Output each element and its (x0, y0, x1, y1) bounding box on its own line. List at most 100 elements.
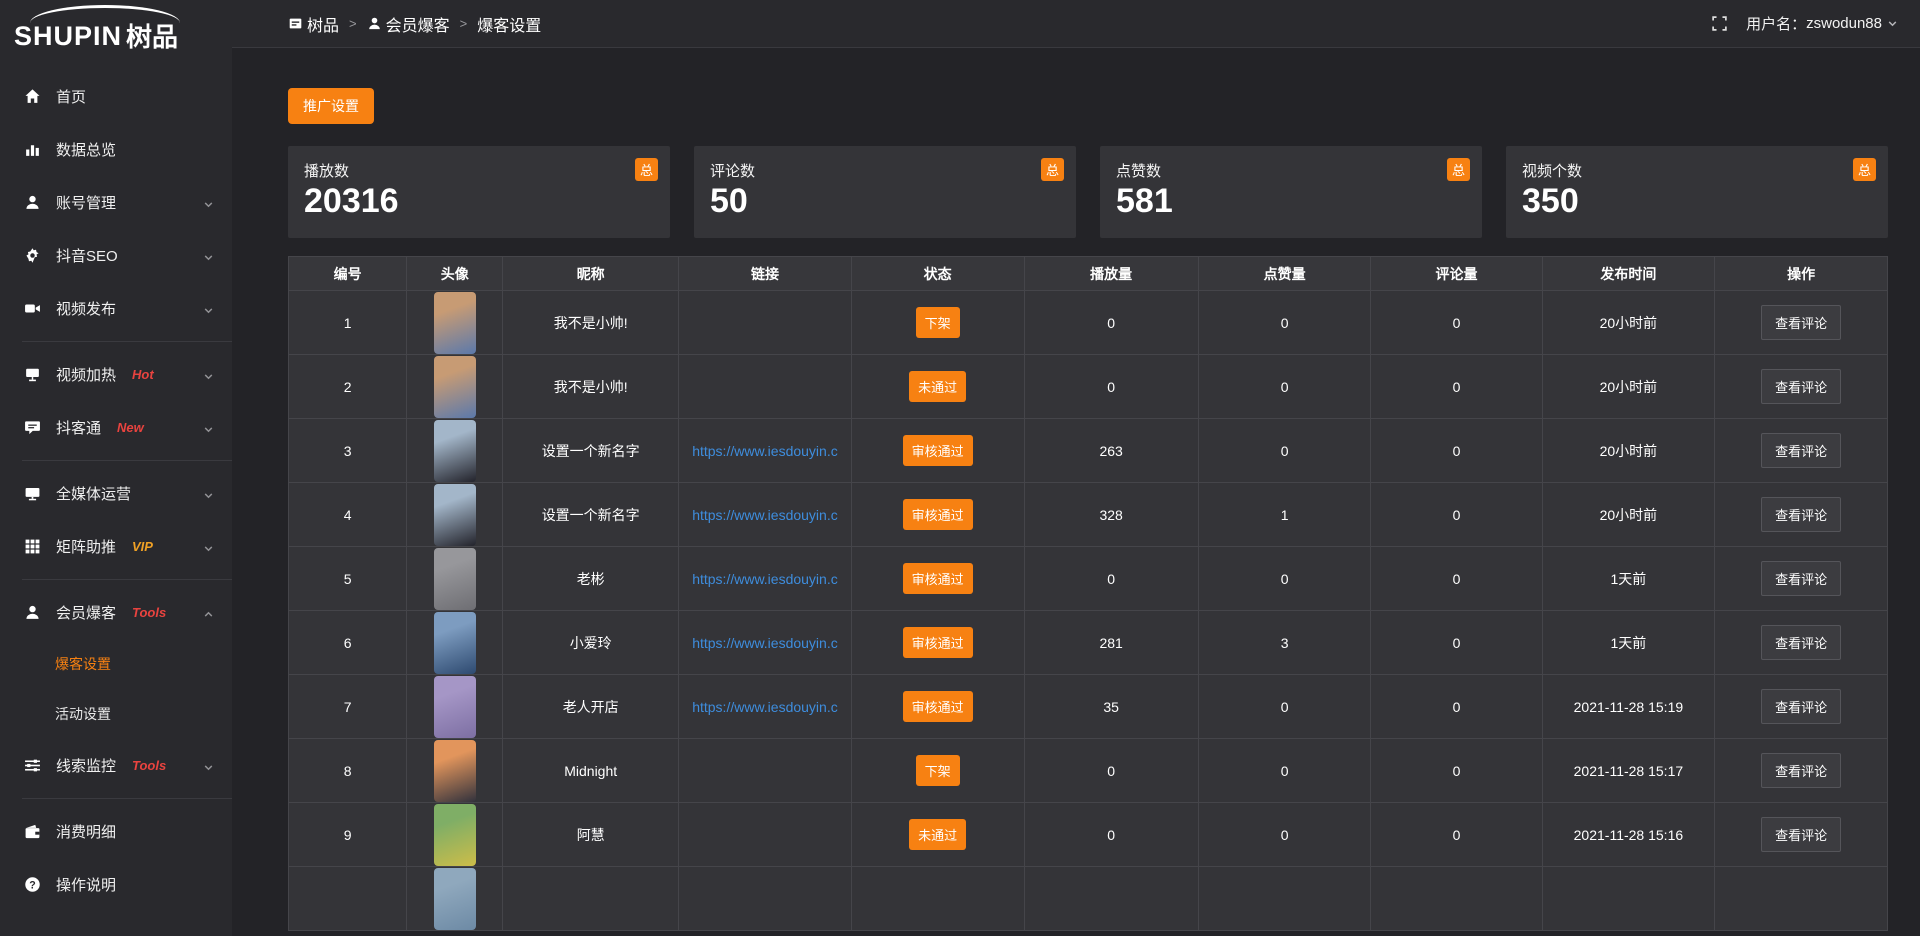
cell-comments: 0 (1371, 803, 1542, 867)
chevron-down-icon (203, 422, 214, 433)
cell-comments: 0 (1371, 739, 1542, 803)
cell-id: 4 (289, 483, 407, 547)
view-comments-button[interactable]: 查看评论 (1761, 369, 1841, 404)
sidebar-item-操作说明[interactable]: ?操作说明 (0, 858, 232, 911)
avatar[interactable] (434, 676, 476, 738)
status-badge[interactable]: 审核通过 (903, 499, 973, 530)
cell-action: 查看评论 (1715, 739, 1888, 803)
avatar[interactable] (434, 356, 476, 418)
view-comments-button[interactable]: 查看评论 (1761, 817, 1841, 852)
table-body: 1我不是小帅!下架00020小时前查看评论2我不是小帅!未通过00020小时前查… (289, 291, 1888, 931)
fullscreen-icon[interactable] (1711, 15, 1728, 32)
cell-link[interactable]: https://www.iesdouyin.c (679, 611, 852, 675)
cell-avatar (407, 419, 503, 483)
status-badge[interactable]: 下架 (916, 755, 960, 786)
user-icon (24, 604, 41, 621)
stat-card-点赞数: 点赞数581总 (1100, 146, 1482, 238)
chevron-down-icon (203, 760, 214, 771)
avatar[interactable] (434, 868, 476, 930)
sidebar-item-视频发布[interactable]: 视频发布 (0, 282, 232, 335)
breadcrumb-item-爆客设置[interactable]: 爆客设置 (477, 12, 541, 36)
sidebar-item-tag: Tools (132, 758, 166, 773)
sidebar-subitem-活动设置[interactable]: 活动设置 (0, 689, 232, 739)
status-badge[interactable]: 未通过 (909, 819, 966, 850)
cell-time: 20小时前 (1542, 419, 1715, 483)
breadcrumb-item-会员爆客[interactable]: 会员爆客 (367, 12, 450, 36)
sidebar-item-账号管理[interactable]: 账号管理 (0, 176, 232, 229)
cell-likes (1198, 867, 1371, 931)
sidebar-subitem-爆客设置[interactable]: 爆客设置 (0, 639, 232, 689)
cell-nickname: 设置一个新名字 (503, 419, 679, 483)
cell-comments: 0 (1371, 675, 1542, 739)
cell-avatar (407, 291, 503, 355)
avatar[interactable] (434, 420, 476, 482)
cell-action: 查看评论 (1715, 675, 1888, 739)
sidebar-item-会员爆客[interactable]: 会员爆客Tools (0, 586, 232, 639)
avatar[interactable] (434, 740, 476, 802)
sidebar-item-全媒体运营[interactable]: 全媒体运营 (0, 467, 232, 520)
chevron-down-icon (203, 250, 214, 261)
chevron-up-icon (203, 607, 214, 618)
sidebar-item-首页[interactable]: 首页 (0, 70, 232, 123)
view-comments-button[interactable]: 查看评论 (1761, 753, 1841, 788)
view-comments-button[interactable]: 查看评论 (1761, 689, 1841, 724)
user-menu[interactable]: 用户名： zswodun88 (1746, 13, 1898, 34)
sidebar-divider (22, 798, 232, 799)
cell-plays: 328 (1024, 483, 1198, 547)
sidebar-item-label: 视频加热 (56, 364, 116, 385)
avatar[interactable] (434, 804, 476, 866)
sidebar-item-label: 首页 (56, 86, 86, 107)
cell-status: 审核通过 (851, 611, 1024, 675)
avatar[interactable] (434, 548, 476, 610)
view-comments-button[interactable]: 查看评论 (1761, 305, 1841, 340)
view-comments-button[interactable]: 查看评论 (1761, 433, 1841, 468)
cell-link[interactable]: https://www.iesdouyin.c (679, 419, 852, 483)
status-badge[interactable]: 审核通过 (903, 627, 973, 658)
cell-nickname: 阿慧 (503, 803, 679, 867)
cell-likes: 0 (1198, 547, 1371, 611)
video-camera-icon (24, 300, 41, 317)
status-badge[interactable]: 审核通过 (903, 563, 973, 594)
sidebar-item-线索监控[interactable]: 线索监控Tools (0, 739, 232, 792)
cell-likes: 1 (1198, 483, 1371, 547)
logo[interactable]: SHUPIN 树品 (0, 0, 232, 52)
avatar[interactable] (434, 612, 476, 674)
cell-plays: 0 (1024, 803, 1198, 867)
avatar[interactable] (434, 484, 476, 546)
sidebar-item-矩阵助推[interactable]: 矩阵助推VIP (0, 520, 232, 573)
breadcrumb-item-树品[interactable]: 树品 (288, 12, 339, 36)
cell-nickname: 老人开店 (503, 675, 679, 739)
sidebar-item-视频加热[interactable]: 视频加热Hot (0, 348, 232, 401)
sidebar-item-抖音SEO[interactable]: 抖音SEO (0, 229, 232, 282)
sidebar-item-抖客通[interactable]: 抖客通New (0, 401, 232, 454)
cell-avatar (407, 867, 503, 931)
sidebar-item-label: 矩阵助推 (56, 536, 116, 557)
stat-card-评论数: 评论数50总 (694, 146, 1076, 238)
stat-card-value: 350 (1522, 183, 1872, 220)
wallet-icon (24, 823, 41, 840)
sidebar-item-消费明细[interactable]: 消费明细 (0, 805, 232, 858)
cell-link[interactable]: https://www.iesdouyin.c (679, 547, 852, 611)
status-badge[interactable]: 审核通过 (903, 435, 973, 466)
status-badge[interactable]: 审核通过 (903, 691, 973, 722)
cell-action: 查看评论 (1715, 611, 1888, 675)
sidebar-item-数据总览[interactable]: 数据总览 (0, 123, 232, 176)
status-badge[interactable]: 下架 (916, 307, 960, 338)
cell-link[interactable]: https://www.iesdouyin.c (679, 675, 852, 739)
username-value: zswodun88 (1806, 15, 1882, 32)
promo-settings-button[interactable]: 推广设置 (288, 88, 374, 124)
status-badge[interactable]: 未通过 (909, 371, 966, 402)
cell-likes: 0 (1198, 355, 1371, 419)
avatar[interactable] (434, 292, 476, 354)
chat-icon (24, 419, 41, 436)
view-comments-button[interactable]: 查看评论 (1761, 497, 1841, 532)
view-comments-button[interactable]: 查看评论 (1761, 625, 1841, 660)
table-header-row: 编号头像昵称链接状态播放量点赞量评论量发布时间操作 (289, 257, 1888, 291)
chevron-down-icon (203, 369, 214, 380)
cell-link[interactable]: https://www.iesdouyin.c (679, 483, 852, 547)
cell-comments: 0 (1371, 611, 1542, 675)
cell-likes: 0 (1198, 803, 1371, 867)
logo-text-cn: 树品 (126, 24, 178, 50)
table-row: 8Midnight下架0002021-11-28 15:17查看评论 (289, 739, 1888, 803)
view-comments-button[interactable]: 查看评论 (1761, 561, 1841, 596)
